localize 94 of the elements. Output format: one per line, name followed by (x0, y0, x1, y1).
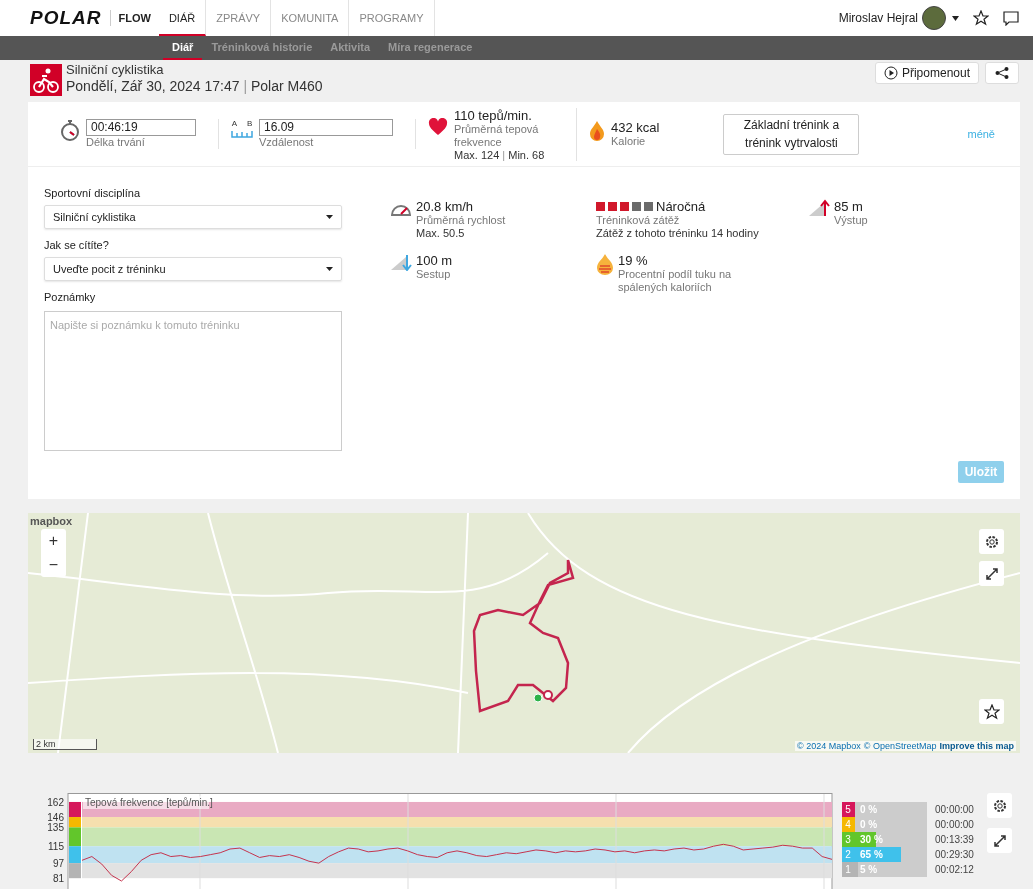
y-axis-label: 97 (52, 858, 64, 870)
stat-label: Tréninková zátěž (596, 214, 681, 227)
y-axis-label: 135 (47, 822, 64, 834)
attribution-link[interactable]: © OpenStreetMap (863, 741, 937, 751)
stat-value: 100 m (416, 253, 453, 268)
expand-button[interactable] (987, 828, 1012, 853)
star-icon[interactable] (973, 10, 989, 26)
descent-icon (390, 253, 412, 271)
field-label: Sportovní disciplína (44, 187, 141, 199)
field-label: Jak se cítíte? (44, 239, 110, 251)
zone-time: 00:00:00 (935, 819, 975, 830)
expand-icon (992, 833, 1007, 848)
share-button[interactable] (985, 62, 1019, 84)
improve-map-link[interactable]: Improve this map (939, 741, 1014, 751)
zone-share: 65 % (860, 848, 883, 862)
gear-icon (983, 533, 1000, 550)
stopwatch-icon (60, 119, 80, 141)
point-label: B (247, 119, 253, 128)
distance-label: Vzdálenost (259, 136, 315, 149)
duration-field[interactable]: 00:46:19 (86, 119, 196, 136)
brand-logo[interactable]: POLAR (30, 7, 102, 29)
remind-button[interactable]: Připomenout (874, 62, 979, 84)
subnav-tab[interactable]: Diář (163, 36, 203, 60)
y-axis-label: 81 (52, 873, 64, 885)
zone-time: 00:00:00 (935, 804, 975, 815)
stat-detail: Max. 50.5 (416, 227, 466, 239)
sport-name: Silniční cyklistika (66, 62, 165, 77)
stat-value: 19 % (618, 253, 649, 268)
star-icon (983, 703, 1000, 720)
calories-value: 432 kcal (611, 120, 660, 135)
share-icon (995, 67, 1009, 79)
point-label: A (231, 119, 237, 128)
play-icon (883, 66, 898, 80)
heart-rate-value: 110 tepů/min. (454, 107, 533, 123)
user-name[interactable]: Miroslav Hejral (838, 11, 918, 25)
attribution-link[interactable]: © 2024 Mapbox (797, 741, 861, 751)
stat-value: 20.8 km/h (416, 199, 475, 214)
zoom-in-button[interactable]: + (41, 529, 66, 553)
mapbox-logo: mapbox (30, 515, 73, 527)
heart-icon (428, 117, 448, 136)
max-heart-rate: Max. 124 (454, 148, 500, 161)
expand-button[interactable] (979, 561, 1004, 586)
zone-number: 5 (842, 802, 854, 817)
zone-number: 4 (842, 817, 854, 832)
settings-button[interactable] (987, 793, 1012, 818)
distance-field[interactable]: 16.09 (259, 119, 393, 136)
feeling-dropdown[interactable]: Uveďte pocit z tréninku (44, 257, 342, 281)
zone-time: 00:02:12 (935, 864, 975, 875)
stat-label: Výstup (834, 214, 868, 227)
start-marker (533, 693, 543, 703)
flame-icon (596, 253, 614, 275)
y-axis-label: 162 (47, 796, 64, 808)
chart-title: Tepová frekvence [tepů/min.] (85, 797, 213, 808)
duration-label: Délka trvání (86, 136, 146, 149)
device-name: Polar M460 (251, 78, 323, 94)
min-heart-rate: Min. 68 (508, 148, 545, 161)
y-axis-label: 146 (47, 812, 64, 823)
field-label: Poznámky (44, 291, 97, 303)
caret-icon[interactable] (952, 15, 959, 21)
stat-label: Sestup (416, 268, 452, 281)
ascent-icon (808, 199, 830, 217)
caret-icon (326, 267, 333, 271)
stat-detail: Zátěž z tohoto tréninku 14 hodiny (596, 227, 759, 239)
finish-marker (543, 690, 553, 700)
training-benefit-button[interactable]: Základní trénink a trénink vytrvalosti (723, 113, 860, 155)
ruler-icon (231, 130, 253, 138)
sport-dropdown[interactable]: Silniční cyklistika (44, 205, 342, 229)
map-scale: 2 km (33, 739, 97, 750)
product-name: FLOW (109, 10, 159, 26)
separator: | (243, 78, 248, 94)
expand-icon (984, 566, 999, 581)
zone-number: 2 (842, 847, 854, 862)
stat-value: Náročná (656, 199, 706, 214)
zone-number: 3 (842, 832, 854, 847)
stat-label: Procentní podíl tuku na spálených kaloriích (618, 268, 733, 294)
calories-label: Kalorie (611, 135, 647, 148)
session-date: Pondělí, Zář 30, 2024 17:47 (66, 78, 240, 94)
y-axis-label: 115 (48, 841, 64, 853)
map-drawing[interactable]: mapbox + − 2 km © 2024 Mapbox © OpenStreetMap Improve this map (28, 513, 1020, 753)
zone-time: 00:29:30 (935, 849, 975, 860)
zone-time: 00:13:39 (935, 834, 975, 845)
stat-label: Průměrná rychlost (416, 214, 506, 227)
gear-icon (991, 797, 1008, 814)
caret-icon (326, 215, 333, 219)
avatar[interactable] (922, 6, 946, 30)
zone-number: 1 (842, 862, 854, 877)
chat-icon[interactable] (1003, 10, 1019, 26)
heart-rate-label: Průměrná tepová frekvence (454, 122, 540, 149)
stat-value: 85 m (834, 199, 864, 214)
flame-icon (589, 120, 605, 142)
settings-button[interactable] (979, 529, 1004, 554)
separator: | (502, 148, 506, 161)
zoom-out-button[interactable]: − (41, 553, 66, 577)
favorite-button[interactable] (979, 699, 1004, 724)
